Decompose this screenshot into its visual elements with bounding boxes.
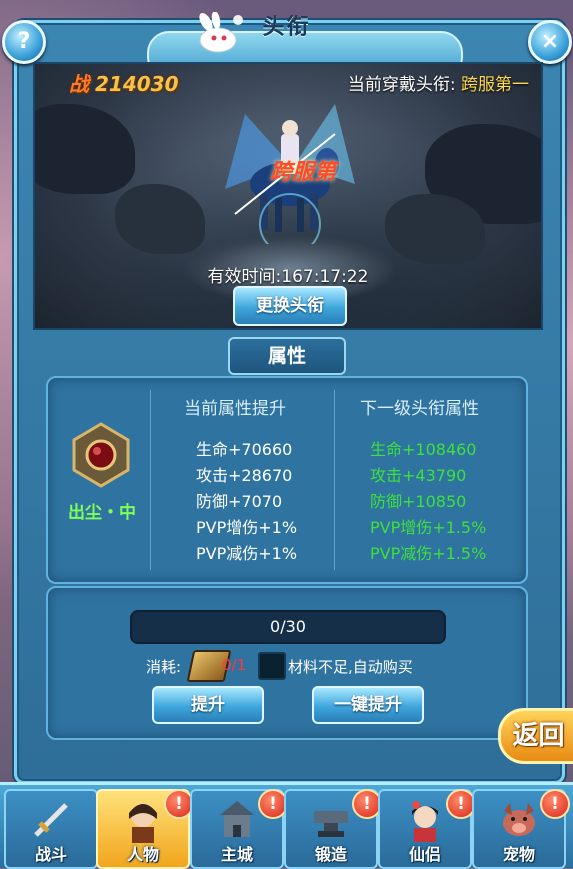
upgrade-panel: 0/30 消耗: 0/1 材料不足,自动购买 提升 一键提升	[46, 586, 528, 740]
scenery-rock	[35, 104, 135, 194]
anvil-icon	[314, 811, 348, 837]
current-stats-header: 当前属性提升	[184, 399, 286, 419]
next-stat: PVP减伤+1.5%	[370, 544, 487, 563]
title-emblem-icon	[72, 422, 130, 488]
change-title-button[interactable]: 更换头衔	[233, 286, 347, 326]
castle-icon	[220, 801, 254, 837]
current-stat: 攻击+28670	[196, 466, 293, 485]
upgrade-progress-bar: 0/30	[130, 610, 446, 644]
companion-icon	[412, 801, 438, 842]
nav-label: 宠物	[502, 845, 535, 864]
autobuy-checkbox[interactable]	[258, 652, 286, 680]
help-button[interactable]: ?	[2, 20, 46, 64]
cost-count: 0/1	[222, 656, 247, 674]
close-icon: ×	[540, 29, 560, 54]
one-click-upgrade-button[interactable]: 一键提升	[312, 686, 424, 724]
pet-icon	[503, 803, 535, 836]
alert-badge: !	[540, 789, 570, 819]
attributes-panel: 出尘・中 当前属性提升 下一级头衔属性 生命+70660 攻击+28670 防御…	[46, 376, 528, 584]
sword-icon	[34, 803, 68, 837]
question-icon: ?	[17, 29, 31, 54]
attributes-tab: 属性	[228, 337, 346, 375]
nav-label: 锻造	[314, 845, 347, 864]
current-title-label: 当前穿戴头衔:	[347, 75, 456, 95]
page-title: 头衔	[262, 15, 311, 40]
next-stats-header: 下一级头衔属性	[360, 399, 479, 419]
nav-item-battle[interactable]: 战斗	[4, 789, 98, 869]
column-divider	[334, 390, 335, 570]
next-stat: PVP增伤+1.5%	[370, 518, 487, 537]
current-stat: PVP减伤+1%	[196, 544, 298, 563]
power-value: 214030	[95, 72, 179, 96]
nav-item-companion[interactable]: 仙侣 !	[378, 789, 476, 869]
character-icon	[129, 803, 157, 843]
return-button[interactable]: 返回	[498, 708, 573, 764]
upgrade-button[interactable]: 提升	[152, 686, 264, 724]
nav-label: 战斗	[34, 845, 67, 864]
current-title-value: 跨服第一	[461, 75, 529, 95]
title-tier: 出尘・中	[68, 503, 136, 523]
nav-item-forge[interactable]: 锻造 !	[284, 789, 382, 869]
current-title: 当前穿戴头衔: 跨服第一	[348, 70, 529, 95]
current-stat: 生命+70660	[196, 440, 293, 459]
power-icon: 战	[69, 72, 89, 96]
next-stat: 攻击+43790	[370, 466, 467, 485]
cost-label: 消耗:	[146, 658, 182, 676]
nav-label: 人物	[126, 845, 159, 864]
duration-text: 有效时间:167:17:22	[207, 267, 369, 287]
title-banner-text: 跨服第	[270, 160, 337, 185]
nav-item-pet[interactable]: 宠物 !	[472, 789, 570, 869]
nav-item-main-city[interactable]: 主城 !	[190, 789, 288, 869]
autobuy-label: 材料不足,自动购买	[288, 658, 413, 676]
nav-item-character[interactable]: 人物 !	[96, 789, 194, 869]
nav-label: 主城	[220, 845, 253, 864]
nav-label: 仙侣	[408, 845, 441, 864]
combat-power: 战 214030	[69, 68, 179, 97]
progress-text: 0/30	[270, 617, 306, 636]
next-stat: 防御+10850	[370, 492, 467, 511]
current-stat: PVP增伤+1%	[196, 518, 298, 537]
mount-display: 跨服第 战 214030 当前穿戴头衔: 跨服第一 有效时间:167:17:22 …	[33, 62, 543, 330]
next-stat: 生命+108460	[370, 440, 477, 459]
column-divider	[150, 390, 151, 570]
bottom-nav: 战斗 人物 ! 主城 ! 锻造 ! 仙侣 ! 宠物 !	[0, 782, 573, 869]
current-stat: 防御+7070	[196, 492, 283, 511]
close-button[interactable]: ×	[528, 20, 572, 64]
